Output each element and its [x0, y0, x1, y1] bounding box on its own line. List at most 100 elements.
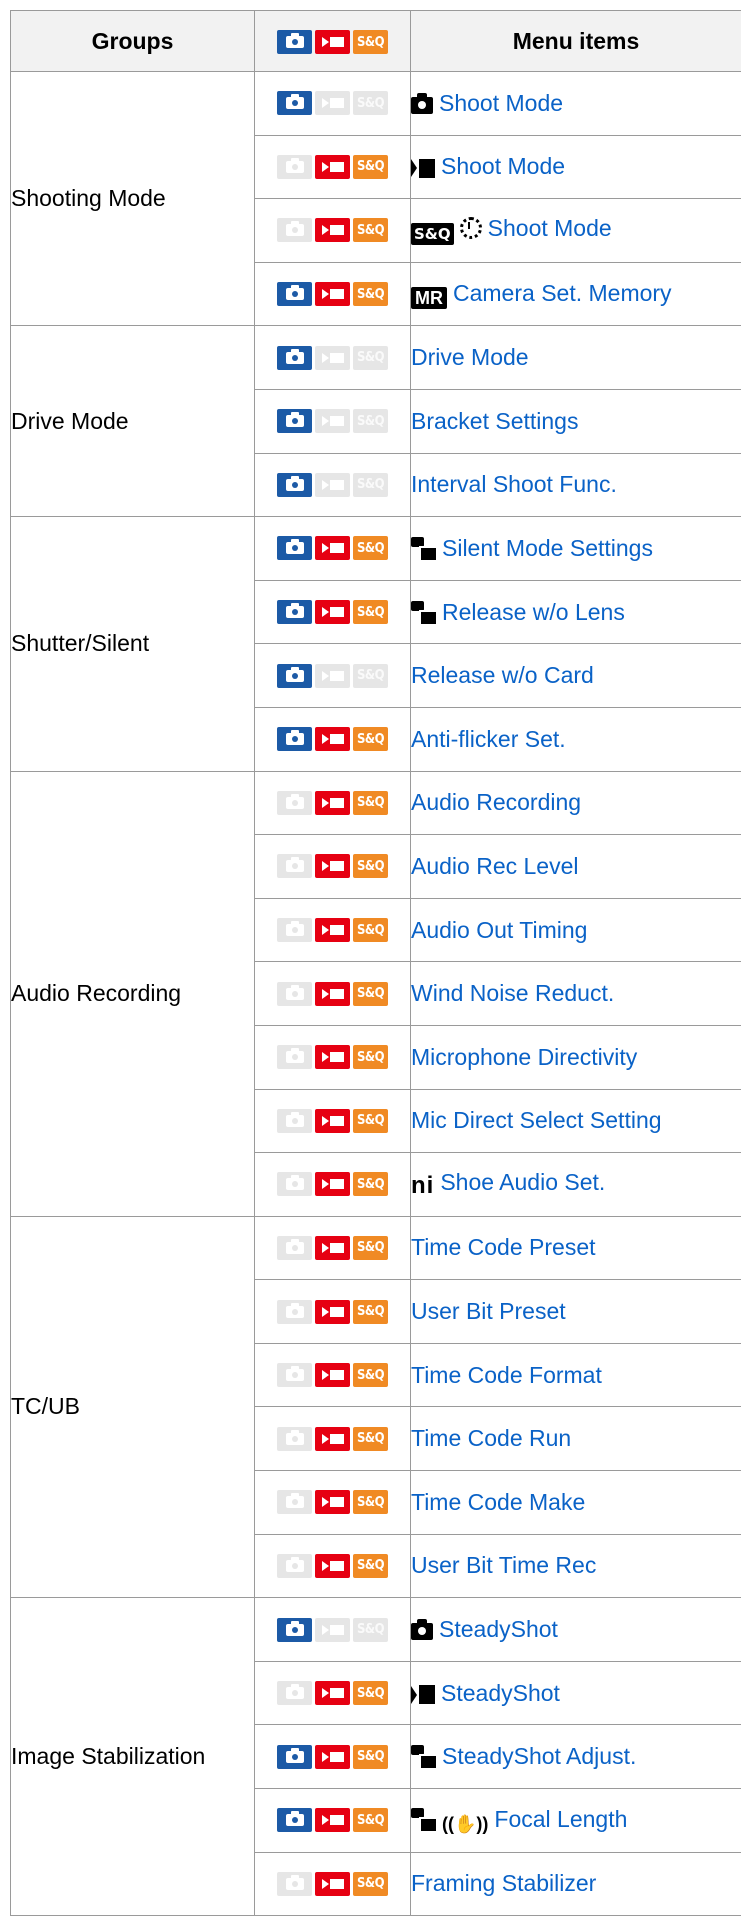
- photo-mode-icon: [277, 1108, 312, 1133]
- menu-item-cell: Anti-flicker Set.: [410, 706, 741, 772]
- mode-icons: S&Q: [277, 1235, 388, 1260]
- menu-item-link[interactable]: Release w/o Card: [411, 662, 594, 688]
- mode-icons-cell: S&Q: [254, 1342, 411, 1408]
- menu-item-link[interactable]: SteadyShot Adjust.: [442, 1743, 636, 1769]
- movie-glyph: [321, 225, 344, 236]
- movie-glyph: [321, 1306, 344, 1317]
- sq-mode-icon: S&Q: [353, 1235, 388, 1260]
- menu-item-link[interactable]: User Bit Preset: [411, 1298, 566, 1324]
- mode-icons-cell: S&Q: [254, 1024, 411, 1090]
- photo-mode-icon: [277, 1490, 312, 1515]
- movie-triangle: [321, 607, 329, 618]
- camera-glyph: [285, 857, 304, 873]
- menu-item-link[interactable]: Audio Out Timing: [411, 917, 587, 943]
- menu-item-link[interactable]: Mic Direct Select Setting: [411, 1107, 662, 1133]
- movie-mode-icon: [315, 854, 350, 879]
- movie-glyph: [321, 1878, 344, 1889]
- sq-mode-icon: S&Q: [353, 218, 388, 243]
- movie-glyph: [321, 1115, 344, 1126]
- sq-mode-icon: S&Q: [353, 1108, 388, 1133]
- camera-glyph: [285, 793, 304, 809]
- menu-item-link[interactable]: Silent Mode Settings: [442, 535, 653, 561]
- movie-triangle: [321, 1115, 329, 1126]
- menu-item-link[interactable]: Time Code Preset: [411, 1234, 596, 1260]
- movie-glyph: [321, 607, 344, 618]
- movie-rect: [329, 988, 344, 999]
- menu-item-cell: Shoot Mode: [410, 134, 741, 200]
- mode-icons: S&Q: [277, 282, 388, 307]
- movie-glyph: [321, 1370, 344, 1381]
- menu-item-link[interactable]: Time Code Format: [411, 1362, 602, 1388]
- menu-item-link[interactable]: Focal Length: [494, 1806, 627, 1832]
- mode-icons: S&Q: [277, 918, 388, 943]
- movie-mode-icon: [315, 1299, 350, 1324]
- menu-item-link[interactable]: Release w/o Lens: [442, 599, 625, 625]
- mr-icon: MR: [411, 286, 447, 309]
- mode-icons-cell: S&Q: [254, 770, 411, 836]
- mode-icons-cell: S&Q: [254, 388, 411, 454]
- mode-icons: S&Q: [277, 472, 388, 497]
- menu-item-cell: Framing Stabilizer: [410, 1851, 741, 1917]
- movie-mode-icon: [315, 409, 350, 434]
- group-name: Drive Mode: [10, 325, 255, 518]
- menu-item-link[interactable]: Framing Stabilizer: [411, 1870, 596, 1896]
- menu-item-link[interactable]: Microphone Directivity: [411, 1044, 637, 1070]
- menu-item-link[interactable]: Bracket Settings: [411, 408, 578, 434]
- group-name: Image Stabilization: [10, 1597, 255, 1917]
- movie-rect: [329, 1497, 344, 1508]
- sq-mode-icon: S&Q: [353, 981, 388, 1006]
- menu-item-link[interactable]: SteadyShot: [441, 1680, 560, 1706]
- camera-glyph: [285, 1175, 304, 1191]
- mode-icons-cell: S&Q: [254, 452, 411, 518]
- camera-glyph: [285, 666, 304, 682]
- photo-mode-icon: [277, 1553, 312, 1578]
- menu-item-link[interactable]: Audio Rec Level: [411, 853, 579, 879]
- movie-icon: [411, 1685, 435, 1705]
- dial-icon: [459, 217, 482, 240]
- camera-glyph: [285, 1874, 304, 1890]
- mode-icons-cell: S&Q: [254, 643, 411, 708]
- sq-mode-icon: S&Q: [353, 1045, 388, 1070]
- menu-item-link[interactable]: Camera Set. Memory: [453, 280, 672, 306]
- menu-item-link[interactable]: Drive Mode: [411, 344, 529, 370]
- camera-glyph: [285, 984, 304, 1000]
- movie-glyph: [321, 1052, 344, 1063]
- movie-triangle: [321, 225, 329, 236]
- movie-triangle: [321, 289, 329, 300]
- photo-mode-icon: [277, 1426, 312, 1451]
- movie-mode-icon: [315, 1490, 350, 1515]
- movie-glyph: [321, 416, 344, 427]
- mode-icons: S&Q: [277, 981, 388, 1006]
- menu-item-link[interactable]: SteadyShot: [439, 1616, 558, 1642]
- mode-icons-cell: S&Q: [254, 1724, 411, 1790]
- movie-triangle: [321, 1624, 329, 1635]
- menu-item-link[interactable]: Time Code Make: [411, 1489, 585, 1515]
- movie-glyph: [321, 98, 344, 109]
- menu-item-link[interactable]: Shoot Mode: [488, 215, 612, 241]
- camera-glyph: [285, 1048, 304, 1064]
- movie-rect: [329, 1115, 344, 1126]
- movie-glyph: [321, 861, 344, 872]
- table-row: Shutter/Silent S&Q Silent Mode Settings: [10, 516, 741, 772]
- movie-triangle: [321, 1242, 329, 1253]
- mode-icons-cell: S&Q: [254, 1533, 411, 1599]
- sq-mode-icon: S&Q: [353, 1299, 388, 1324]
- photo-mode-icon: [277, 981, 312, 1006]
- menu-item-link[interactable]: Audio Recording: [411, 789, 581, 815]
- menu-item-link[interactable]: Anti-flicker Set.: [411, 726, 566, 752]
- menu-item-link[interactable]: Shoot Mode: [441, 153, 565, 179]
- menu-item-link[interactable]: User Bit Time Rec: [411, 1552, 596, 1578]
- steadyshot-hand-icon: ((✋)): [442, 1813, 489, 1834]
- menu-item-link[interactable]: Shoe Audio Set.: [440, 1169, 605, 1195]
- movie-mode-icon: [315, 1871, 350, 1896]
- photo-mode-icon: [277, 282, 312, 307]
- mode-icons-cell: S&Q: [254, 834, 411, 899]
- menu-item-link[interactable]: Wind Noise Reduct.: [411, 980, 614, 1006]
- menu-item-link[interactable]: Shoot Mode: [439, 90, 563, 116]
- mode-icons: S&Q: [277, 1490, 388, 1515]
- menu-item-cell: ((✋)) Focal Length: [410, 1788, 741, 1853]
- movie-triangle: [321, 1560, 329, 1571]
- sq-mode-icon: S&Q: [353, 1426, 388, 1451]
- menu-item-link[interactable]: Interval Shoot Func.: [411, 471, 617, 497]
- menu-item-link[interactable]: Time Code Run: [411, 1425, 571, 1451]
